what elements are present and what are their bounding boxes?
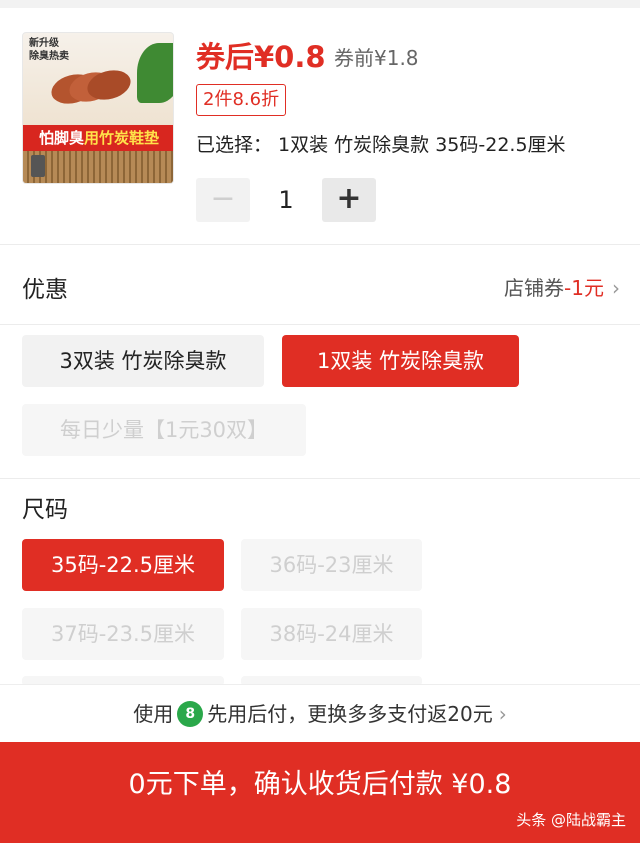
banner-text-b: 用竹炭鞋垫 xyxy=(84,129,160,147)
watermark: 头条 @陆战霸主 xyxy=(516,811,626,829)
insoles-image xyxy=(51,70,131,104)
variant-option-3-pairs[interactable]: 3双装 竹炭除臭款 xyxy=(22,335,264,387)
quantity-decrease-button[interactable]: − xyxy=(196,178,250,222)
pay-later-icon: 8 xyxy=(177,700,204,727)
pay-later-banner[interactable]: 使用 8 先用后付，更换多多支付返20元 › xyxy=(0,684,640,742)
chevron-right-icon: › xyxy=(498,702,507,726)
banner-text-a: 怕脚臭 xyxy=(38,129,84,147)
checkout-button[interactable]: 0元下单，确认收货后付款 ¥0.8 头条 @陆战霸主 xyxy=(0,742,640,843)
store-coupon-link[interactable]: 店铺券-1元 › xyxy=(504,272,620,301)
size-option-37[interactable]: 37码-23.5厘米 xyxy=(22,608,224,660)
divider xyxy=(0,324,640,325)
quantity-increase-button[interactable]: + xyxy=(322,178,376,222)
variant-option-1-pair[interactable]: 1双装 竹炭除臭款 xyxy=(282,335,519,387)
bamboo-mat xyxy=(23,151,173,183)
pay-later-text: 先用后付，更换多多支付返20元 xyxy=(207,702,493,726)
price-after-coupon: 券后¥0.8 xyxy=(196,40,326,74)
variant-option-daily-limited[interactable]: 每日少量【1元30双】 xyxy=(22,404,306,456)
coupon-label: 店铺券 xyxy=(504,276,565,300)
divider xyxy=(0,478,640,479)
thumbnail-banner: 怕脚臭用竹炭鞋垫 xyxy=(23,125,173,151)
coupon-amount: -1元 xyxy=(564,276,604,300)
divider xyxy=(0,244,640,245)
price-before-coupon: 券前¥1.8 xyxy=(334,46,419,70)
size-title: 尺码 xyxy=(22,497,68,523)
thumbnail-tag-line1: 新升级 xyxy=(29,38,59,49)
top-strip xyxy=(0,0,640,8)
quantity-value[interactable]: 1 xyxy=(262,178,310,222)
promo-title: 优惠 xyxy=(22,277,68,303)
product-thumbnail[interactable]: 新升级 除臭热卖 怕脚臭用竹炭鞋垫 xyxy=(22,32,174,184)
chevron-right-icon: › xyxy=(612,276,620,300)
checkout-label: 0元下单，确认收货后付款 ¥0.8 xyxy=(128,769,512,800)
selected-variant-text: 已选择： 1双装 竹炭除臭款 35码-22.5厘米 xyxy=(196,134,566,156)
pay-later-prefix: 使用 xyxy=(133,702,174,726)
size-option-38[interactable]: 38码-24厘米 xyxy=(241,608,422,660)
plant-pot xyxy=(31,155,45,177)
size-option-35[interactable]: 35码-22.5厘米 xyxy=(22,539,224,591)
discount-badge: 2件8.6折 xyxy=(196,84,287,116)
size-option-36[interactable]: 36码-23厘米 xyxy=(241,539,422,591)
